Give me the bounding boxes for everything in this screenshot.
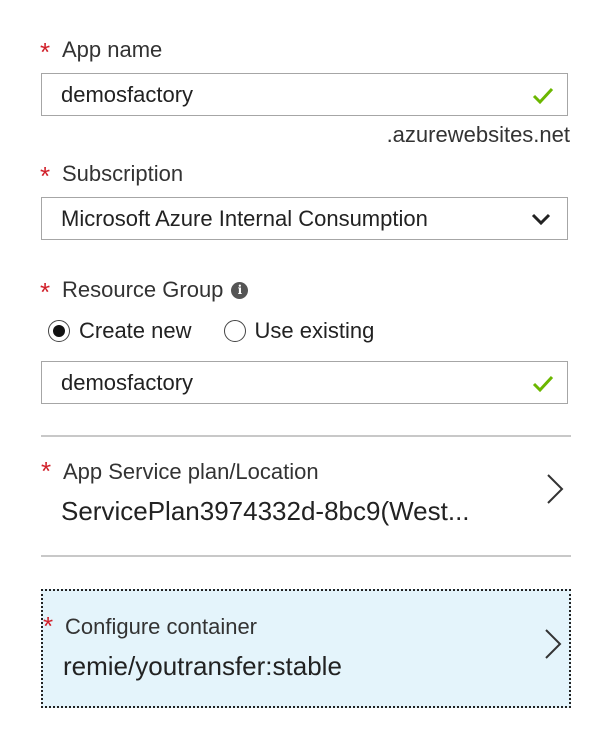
app-name-label-text: App name [62, 37, 163, 62]
chevron-right-icon [547, 474, 564, 504]
subscription-label: * Subscription [40, 160, 184, 191]
resource-group-radio-group: Create new Use existing [48, 318, 406, 344]
configure-container-label-text: Configure container [65, 614, 258, 639]
app-service-plan-label: * App Service plan/Location [41, 457, 319, 486]
app-service-plan-value: ServicePlan3974332d-8bc9(West... [61, 496, 470, 526]
app-name-value: demosfactory [61, 81, 194, 107]
valid-check-icon [532, 375, 554, 392]
resource-group-label-text: Resource Group [62, 277, 224, 302]
configure-container-blade[interactable]: * Configure container remie/youtransfer:… [41, 589, 571, 708]
required-marker: * [40, 161, 51, 191]
required-marker: * [43, 611, 54, 641]
app-name-input[interactable]: demosfactory [41, 73, 568, 116]
chevron-down-icon [531, 213, 551, 225]
radio-create-new-label: Create new [79, 318, 192, 343]
required-marker: * [40, 277, 51, 307]
radio-use-existing[interactable]: Use existing [223, 318, 375, 344]
resource-group-input[interactable]: demosfactory [41, 361, 568, 404]
resource-group-value: demosfactory [61, 369, 194, 395]
divider [41, 435, 571, 437]
radio-use-existing-label: Use existing [254, 318, 375, 343]
configure-container-label: * Configure container [43, 612, 258, 641]
required-marker: * [41, 456, 52, 486]
app-name-label: * App name [40, 36, 163, 67]
app-name-domain-suffix: .azurewebsites.net [386, 122, 570, 147]
info-icon[interactable]: i [231, 281, 249, 299]
resource-group-label: * Resource Group i [40, 276, 249, 307]
divider [41, 555, 571, 557]
app-service-plan-label-text: App Service plan/Location [63, 459, 319, 484]
radio-unselected-icon [223, 320, 246, 342]
app-service-plan-blade[interactable]: * App Service plan/Location ServicePlan3… [41, 457, 571, 538]
required-marker: * [40, 37, 51, 67]
radio-create-new[interactable]: Create new [48, 318, 192, 344]
valid-check-icon [532, 87, 554, 104]
configure-container-value: remie/youtransfer:stable [63, 651, 342, 681]
radio-selected-icon [48, 320, 70, 342]
subscription-value: Microsoft Azure Internal Consumption [61, 205, 428, 231]
subscription-label-text: Subscription [62, 161, 184, 186]
subscription-select[interactable]: Microsoft Azure Internal Consumption [41, 197, 568, 240]
chevron-right-icon [545, 629, 562, 659]
